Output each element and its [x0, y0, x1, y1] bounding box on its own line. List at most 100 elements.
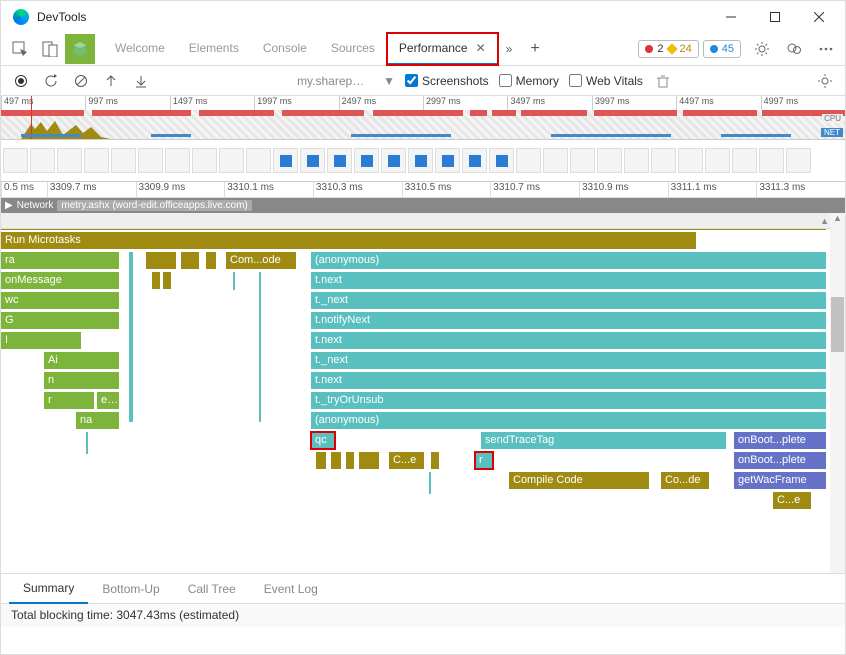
reload-button[interactable] [41, 71, 61, 91]
tab-strip: Welcome Elements Console Sources Perform… [103, 33, 634, 65]
flame-tick: 3311.1 ms [668, 182, 757, 197]
info-icon [710, 45, 718, 53]
messages-badge[interactable]: 45 [703, 40, 741, 58]
flame-anon[interactable]: (anonymous) [311, 252, 826, 269]
flame-ticks: 0.5 ms 3309.7 ms 3309.9 ms 3310.1 ms 331… [1, 182, 845, 198]
net-label: NET [821, 128, 843, 137]
feedback-icon[interactable] [779, 34, 809, 64]
overview-ticks: 497 ms 997 ms 1497 ms 1997 ms 2497 ms 29… [1, 96, 845, 110]
flame-e[interactable]: e... [97, 392, 119, 409]
flame-tick: 3311.3 ms [756, 182, 845, 197]
error-icon [645, 45, 653, 53]
tab-event-log[interactable]: Event Log [250, 574, 332, 604]
trash-icon[interactable] [653, 71, 673, 91]
flame-onBoot2[interactable]: onBoot...plete [734, 452, 826, 469]
tab-console[interactable]: Console [251, 33, 319, 65]
warnings-count: 24 [680, 43, 692, 55]
tab-welcome[interactable]: Welcome [103, 33, 177, 65]
tab-performance[interactable]: Performance✕ [387, 33, 498, 65]
flame-getWac[interactable]: getWacFrame [734, 472, 826, 489]
flame-anon2[interactable]: (anonymous) [311, 412, 826, 429]
overview-tick: 4497 ms [676, 96, 760, 110]
run-microtasks-bar[interactable]: Run Microtasks [1, 232, 696, 249]
flame-na[interactable]: na [76, 412, 119, 429]
settings-icon[interactable] [815, 71, 835, 91]
flame-tnext3[interactable]: t.next [311, 372, 826, 389]
flame-ce2[interactable]: C...e [773, 492, 811, 509]
close-icon[interactable]: ✕ [476, 41, 486, 55]
flame-ttry[interactable]: t._tryOrUnsub [311, 392, 826, 409]
flame-tnext[interactable]: t.next [311, 272, 826, 289]
flame-tick: 0.5 ms [1, 182, 47, 197]
flame-t_next[interactable]: t._next [311, 292, 826, 309]
flame-tick: 3309.7 ms [47, 182, 136, 197]
screenshots-checkbox[interactable]: Screenshots [405, 74, 489, 88]
download-button[interactable] [131, 71, 151, 91]
flame-onMessage[interactable]: onMessage [1, 272, 119, 289]
tab-elements[interactable]: Elements [177, 33, 251, 65]
flame-n[interactable]: n [44, 372, 119, 389]
flame-compile[interactable]: Compile Code [509, 472, 649, 489]
main-toolbar: Welcome Elements Console Sources Perform… [1, 32, 845, 66]
memory-checkbox[interactable]: Memory [499, 74, 559, 88]
flame-qc[interactable]: qc [311, 432, 335, 449]
flame-tick: 3310.7 ms [490, 182, 579, 197]
tab-bottom-up[interactable]: Bottom-Up [88, 574, 173, 604]
expand-icon[interactable]: ▶ [5, 200, 13, 211]
flame-compile-code-short[interactable]: Com...ode [226, 252, 296, 269]
flame-Ai[interactable]: Ai [44, 352, 119, 369]
kebab-icon[interactable] [811, 34, 841, 64]
overview-tick: 497 ms [1, 96, 85, 110]
flame-onBoot1[interactable]: onBoot...plete [734, 432, 826, 449]
overview-tick: 2497 ms [339, 96, 423, 110]
flame-tnext2[interactable]: t.next [311, 332, 826, 349]
inspect-icon[interactable] [5, 34, 35, 64]
flame-chart[interactable]: Task ▲ Function Call Run Microtasks ra o… [1, 213, 845, 573]
upload-button[interactable] [101, 71, 121, 91]
maximize-button[interactable] [753, 1, 797, 32]
flame-code[interactable]: Co...de [661, 472, 709, 489]
record-button[interactable] [11, 71, 31, 91]
overview-tick: 4997 ms [761, 96, 845, 110]
tab-sources[interactable]: Sources [319, 33, 387, 65]
3d-icon[interactable] [65, 34, 95, 64]
messages-count: 45 [722, 43, 734, 55]
flame-r2[interactable]: r [44, 392, 94, 409]
flame-I[interactable]: I [1, 332, 81, 349]
performance-toolbar: my.sharep… ▼ Screenshots Memory Web Vita… [1, 66, 845, 96]
status-bar: Total blocking time: 3047.43ms (estimate… [1, 603, 845, 627]
network-row[interactable]: ▶ Network metry.ashx (word-edit.officeap… [1, 198, 845, 213]
flame-G[interactable]: G [1, 312, 119, 329]
flame-sendTraceTag[interactable]: sendTraceTag [481, 432, 726, 449]
flame-ra[interactable]: ra [1, 252, 119, 269]
flame-tnotify[interactable]: t.notifyNext [311, 312, 826, 329]
toolbar-right-icons [747, 34, 841, 64]
flame-ce[interactable]: C...e [389, 452, 424, 469]
url-selector[interactable]: my.sharep… [293, 74, 373, 88]
flame-r[interactable]: r [475, 452, 493, 469]
device-icon[interactable] [35, 34, 65, 64]
warning-icon [666, 43, 677, 54]
add-tab-button[interactable]: + [520, 40, 549, 58]
webvitals-checkbox[interactable]: Web Vitals [569, 74, 643, 88]
errors-count: 2 [657, 43, 663, 55]
flame-wc[interactable]: wc [1, 292, 119, 309]
network-file: metry.ashx (word-edit.officeapps.live.co… [57, 200, 251, 211]
flame-tick: 3310.1 ms [224, 182, 313, 197]
tab-summary[interactable]: Summary [9, 574, 88, 604]
window-title: DevTools [37, 10, 709, 24]
gear-icon[interactable] [747, 34, 777, 64]
tab-call-tree[interactable]: Call Tree [174, 574, 250, 604]
titlebar: DevTools [1, 1, 845, 32]
more-tabs-icon[interactable]: » [498, 42, 521, 56]
clear-button[interactable] [71, 71, 91, 91]
flame-tick: 3310.9 ms [579, 182, 668, 197]
overview-tick: 3497 ms [507, 96, 591, 110]
close-button[interactable] [797, 1, 841, 32]
screenshots-row[interactable] [1, 140, 845, 182]
minimize-button[interactable] [709, 1, 753, 32]
flame-t_next2[interactable]: t._next [311, 352, 826, 369]
overview-strip[interactable]: 497 ms 997 ms 1497 ms 1997 ms 2497 ms 29… [1, 96, 845, 140]
vertical-scrollbar[interactable]: ▲ [830, 213, 845, 573]
errors-warnings-badge[interactable]: 2 24 [638, 40, 698, 58]
